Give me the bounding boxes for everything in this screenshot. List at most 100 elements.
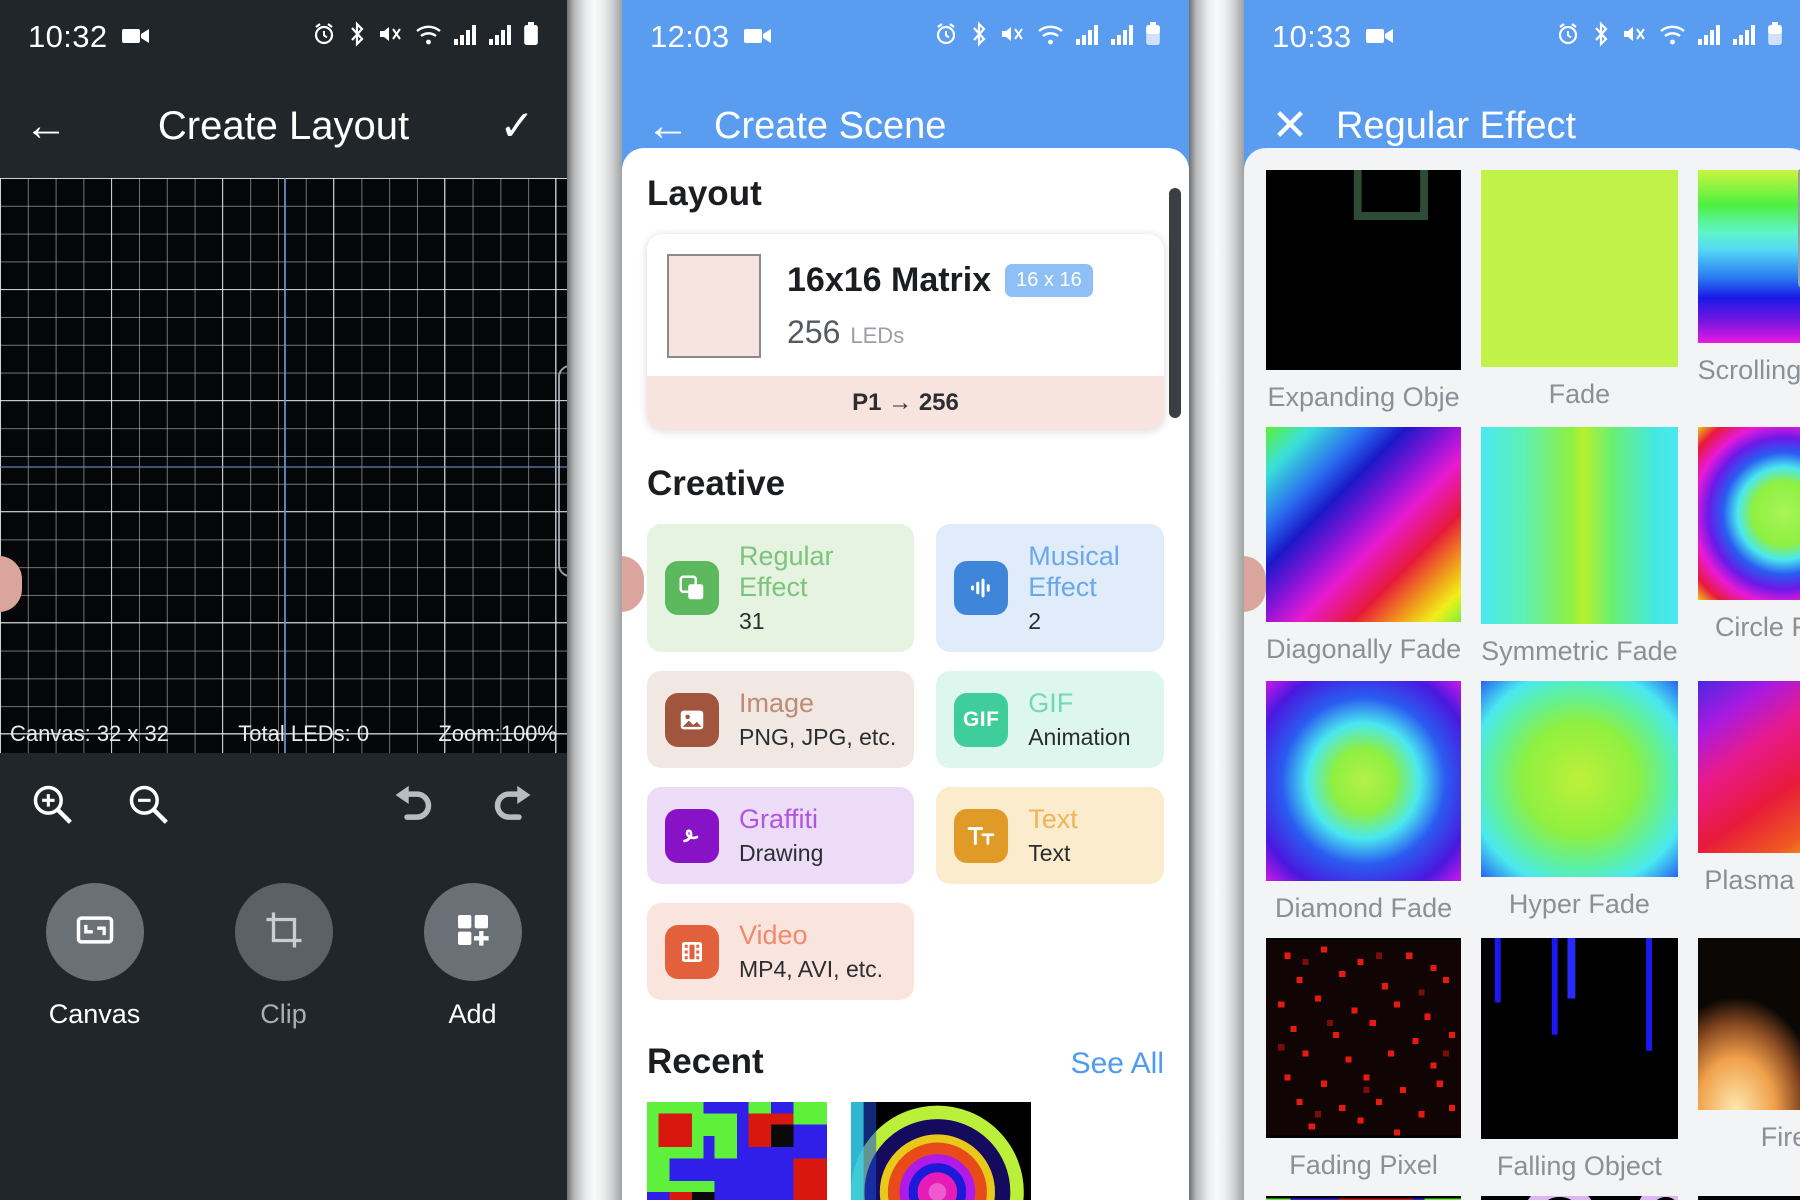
grid-plus-icon [453,910,493,955]
clip-button[interactable] [234,883,333,981]
status-time: 10:33 [1272,19,1352,54]
recent-section-header: Recent See All [647,1042,1164,1082]
creative-card-regular-effect[interactable]: Regular Effect 31 [647,524,915,652]
add-button[interactable] [423,883,522,981]
three-panel-screenshot: 10:32 ← Create Layout ✓ Canvas: 32 x 32 … [0,0,1800,1200]
signal-2-icon [1110,22,1134,52]
alarm-icon [934,22,958,52]
card-title: Graffiti [739,804,819,834]
wifi-icon [415,22,442,52]
effect-cell-scrolling-fade[interactable]: Scrolling Fade [1697,170,1800,413]
creative-card-graffiti[interactable]: Graffiti Drawing [647,787,915,884]
creative-card-text[interactable]: Text Text [936,787,1164,884]
zoom-out-icon[interactable] [126,782,170,833]
creative-card-video[interactable]: Video MP4, AVI, etc. [647,903,915,1000]
redo-icon[interactable] [491,784,537,831]
card-title: Image [739,688,815,718]
effect-cell-noise-blobs[interactable] [1266,1196,1462,1200]
page-title: Create Scene [714,104,947,147]
effect-cell-plasma-fade[interactable]: Plasma Fade [1697,680,1800,924]
zoom-in-icon[interactable] [30,782,74,833]
led-canvas[interactable]: Canvas: 32 x 32 Total LEDs: 0 Zoom:100% [0,178,567,753]
layers-icon [665,561,719,615]
effect-cell-expanding-object[interactable]: Expanding Obje [1266,148,1462,413]
effect-thumb [1481,1183,1692,1200]
card-subtitle: 2 [1028,608,1042,634]
canvas-status-bar: Canvas: 32 x 32 Total LEDs: 0 Zoom:100% [0,721,567,747]
effect-cell-fading-pixel[interactable]: Fading Pixel [1266,937,1462,1183]
total-leds-label: Total LEDs: 0 [238,721,370,746]
card-title: Text [1028,804,1078,834]
effect-cell-hyper-fade[interactable]: Hyper Fade [1481,680,1678,924]
card-title: Video [739,920,808,950]
effect-label: Diagonally Fade [1266,634,1462,665]
effect-cell-diamond-fade[interactable]: Diamond Fade [1266,680,1462,924]
card-subtitle: Animation [1028,724,1131,750]
effect-cell-circle-fade[interactable]: Circle Fade [1697,427,1800,667]
scene-sheet-scrollbar[interactable] [1169,188,1181,418]
effect-thumb [1266,148,1462,371]
panel-separator-1 [567,0,622,1200]
video-record-icon [121,22,150,52]
video-record-icon [743,22,772,52]
nav-item-clip[interactable]: Clip [234,883,333,1030]
back-arrow-icon[interactable]: ← [622,104,714,148]
see-all-link[interactable]: See All [1071,1047,1164,1081]
effect-thumb [1697,170,1800,343]
effect-cell-diagonally-fade[interactable]: Diagonally Fade [1266,427,1462,667]
effect-cell-fade[interactable]: Fade [1481,170,1678,413]
creative-card-grid: Regular Effect 31 Musical Effect 2 Image… [647,524,1164,1000]
effect-thumb [1697,937,1800,1111]
app-bar-create-layout: ← Create Layout ✓ [0,74,567,178]
recent-thumb-rings[interactable] [851,1102,1031,1200]
wifi-icon [1037,22,1064,52]
effect-label: Plasma Fade [1704,865,1800,896]
creative-card-musical-effect[interactable]: Musical Effect 2 [936,524,1164,652]
close-icon[interactable]: ✕ [1244,104,1336,148]
canvas-selection-rect[interactable] [558,365,567,577]
effect-cell-red-bar[interactable] [1697,1196,1800,1200]
effect-cell-fire[interactable]: Fire [1697,937,1800,1183]
canvas-button[interactable] [45,883,144,981]
effect-label: Circle Fade [1714,611,1800,642]
video-record-icon [1365,22,1394,52]
creative-card-gif[interactable]: GIF GIF Animation [936,671,1164,768]
recent-thumb-noise[interactable] [647,1102,827,1200]
bottom-navigation: Canvas Clip Add [0,883,567,1030]
effect-label: Fire [1760,1122,1800,1153]
undo-icon[interactable] [389,784,435,831]
bluetooth-icon [1591,21,1611,53]
mute-icon [1000,22,1026,52]
canvas-toolbar [0,753,567,861]
effect-cell-bubbles[interactable] [1481,1183,1692,1200]
effect-cell-symmetric-fade[interactable]: Symmetric Fade [1481,427,1678,667]
nav-item-canvas[interactable]: Canvas [45,883,144,1030]
signal-1-icon [453,22,477,52]
battery-icon [523,22,539,52]
effect-cell-falling-object[interactable]: Falling Object [1481,937,1678,1183]
alarm-icon [312,22,336,52]
effect-thumb [1266,1196,1462,1200]
card-subtitle: 31 [739,608,765,634]
creative-card-image[interactable]: Image PNG, JPG, etc. [647,671,915,768]
layout-led-count: 256 [787,314,841,350]
crop-icon [263,909,305,956]
image-frame-icon [73,908,117,957]
layout-led-unit: LEDs [850,323,905,348]
effect-thumb [1266,937,1462,1138]
effect-thumb [1697,427,1800,600]
card-subtitle: Drawing [739,840,824,866]
effect-label: Diamond Fade [1275,892,1453,923]
effect-label: Scrolling Fade [1697,354,1800,385]
wifi-icon [1659,22,1686,52]
creative-section-heading: Creative [647,464,786,503]
layout-card[interactable]: 16x16 Matrix 16 x 16 256 LEDs P1 → 256 [647,234,1164,430]
card-subtitle: Text [1028,840,1071,866]
nav-label-canvas: Canvas [48,999,141,1029]
back-arrow-icon[interactable]: ← [0,104,92,148]
nav-item-add[interactable]: Add [423,883,522,1030]
effect-thumb [1266,427,1462,623]
status-bar: 10:32 [0,0,567,74]
layout-name: 16x16 Matrix [787,261,992,299]
confirm-check-icon[interactable]: ✓ [467,105,567,147]
